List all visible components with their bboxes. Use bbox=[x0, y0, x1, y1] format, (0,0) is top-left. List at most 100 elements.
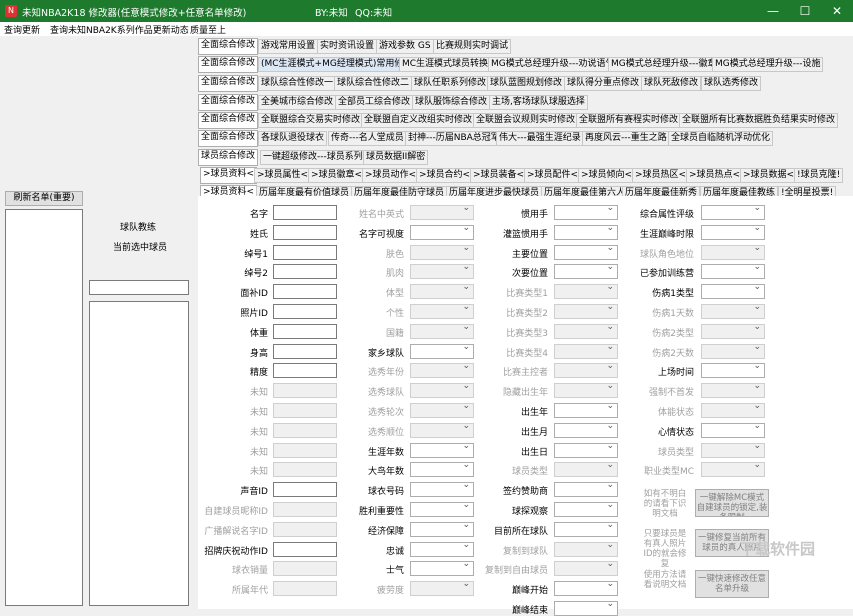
tab-r3-1[interactable]: 全美城市综合修改 bbox=[258, 95, 337, 110]
tab-r2-1[interactable]: 球队综合性修改一 bbox=[258, 76, 337, 91]
c3-select-13[interactable] bbox=[554, 460, 618, 478]
tab-r4-2[interactable]: 全联盟自定义改组实时修改 bbox=[361, 113, 476, 128]
tab-r3-3[interactable]: 球队服饰综合修改 bbox=[412, 95, 491, 110]
tab-r2-0[interactable]: 全面综合修改 bbox=[198, 75, 259, 92]
c3-select-1[interactable] bbox=[554, 223, 618, 240]
c3-select-5[interactable] bbox=[554, 302, 618, 319]
unlock-mc-player-button[interactable]: 一键解除MC模式自建球员的锁定,装备限制 bbox=[695, 489, 769, 517]
c2-select-5[interactable] bbox=[410, 302, 474, 319]
c1-input-5[interactable] bbox=[273, 304, 337, 319]
tab-r7-8[interactable]: >球员热区< bbox=[632, 168, 690, 183]
c4-select-2[interactable] bbox=[701, 243, 765, 260]
tab-r2-3[interactable]: 球队任职系列修改 bbox=[411, 76, 490, 91]
menu-check-series-update[interactable]: 查询未知NBA2K系列作品更新动态 bbox=[50, 23, 189, 36]
c1-input-8[interactable] bbox=[273, 363, 337, 379]
c3-select-2[interactable] bbox=[554, 243, 618, 260]
tab-r5-3[interactable]: 封神---历届NBA总冠军 bbox=[405, 131, 503, 146]
c2-select-4[interactable] bbox=[410, 282, 474, 300]
c4-select-10[interactable] bbox=[701, 401, 765, 418]
tab-r4-1[interactable]: 全联盟综合交易实时修改 bbox=[258, 113, 364, 128]
tab-r7-0[interactable]: >球员资料< bbox=[200, 167, 258, 184]
c3-select-16[interactable] bbox=[554, 520, 618, 537]
c4-select-8[interactable] bbox=[701, 361, 765, 379]
c3-select-15[interactable] bbox=[554, 500, 618, 517]
tab-r6-0[interactable]: 球员综合修改 bbox=[198, 149, 259, 166]
c3-select-11[interactable] bbox=[554, 421, 618, 438]
c2-select-16[interactable] bbox=[410, 520, 474, 537]
tab-realtime-info[interactable]: 实时资讯设置 bbox=[317, 39, 378, 54]
minimize-icon[interactable]: — bbox=[757, 0, 789, 22]
c1-input-3[interactable] bbox=[273, 264, 337, 280]
c3-select-0[interactable] bbox=[554, 203, 618, 220]
c3-select-19[interactable] bbox=[554, 579, 618, 597]
c2-select-9[interactable] bbox=[410, 381, 474, 399]
c3-select-7[interactable] bbox=[554, 342, 618, 359]
tab-r7-1[interactable]: >球员属性< bbox=[254, 168, 312, 183]
c2-select-2[interactable] bbox=[410, 243, 474, 260]
c2-select-12[interactable] bbox=[410, 441, 474, 458]
c1-input-14[interactable] bbox=[273, 482, 337, 498]
c1-input-2[interactable] bbox=[273, 244, 337, 260]
refresh-roster-button[interactable]: 刷新名单(重要) bbox=[5, 191, 83, 206]
tab-r3-2[interactable]: 全部员工综合修改 bbox=[335, 95, 414, 110]
tab-r3-0[interactable]: 全面综合修改 bbox=[198, 94, 259, 111]
c1-input-16[interactable] bbox=[273, 521, 337, 537]
tab-r2-4[interactable]: 球队蓝图规划修改 bbox=[487, 76, 566, 91]
tab-r4-3[interactable]: 全联盟会议规则实时修改 bbox=[473, 113, 579, 128]
tab-r6-2[interactable]: 球员数据II解密 bbox=[363, 150, 429, 165]
c3-select-6[interactable] bbox=[554, 322, 618, 339]
tab-r7-9[interactable]: >球员热点< bbox=[686, 168, 744, 183]
tab-r2-2[interactable]: 球队综合性修改二 bbox=[334, 76, 413, 91]
tab-r4-5[interactable]: 全联盟所有比赛数据胜负结果实时修改 bbox=[679, 113, 839, 128]
c1-input-12[interactable] bbox=[273, 442, 337, 458]
tab-r1-4[interactable]: MG模式总经理升级---徽章 bbox=[608, 57, 720, 72]
tab-r1-2[interactable]: MC生涯模式球员转换 bbox=[399, 57, 492, 72]
c2-select-15[interactable] bbox=[410, 500, 474, 517]
c3-select-17[interactable] bbox=[554, 540, 618, 557]
c4-select-12[interactable] bbox=[701, 441, 765, 458]
tab-r4-4[interactable]: 全联盟所有赛程实时修改 bbox=[576, 113, 682, 128]
c1-input-7[interactable] bbox=[273, 343, 337, 359]
tab-r3-4[interactable]: 主场,客场球队球服选择 bbox=[489, 95, 588, 110]
c2-select-7[interactable] bbox=[410, 342, 474, 359]
c4-select-5[interactable] bbox=[701, 302, 765, 319]
tab-game-settings[interactable]: 游戏常用设置 bbox=[258, 39, 319, 54]
tab-rules[interactable]: 比赛规则实时调试 bbox=[433, 39, 512, 54]
c1-input-11[interactable] bbox=[273, 422, 337, 438]
tab-r7-11[interactable]: !球员克隆! bbox=[794, 168, 844, 183]
tab-r5-5[interactable]: 再度风云---重生之路 bbox=[582, 131, 670, 146]
tab-r1-1[interactable]: (MC生涯模式+MG经理模式)常用修改 bbox=[258, 57, 416, 72]
c2-select-11[interactable] bbox=[410, 421, 474, 438]
close-icon[interactable]: ✕ bbox=[821, 0, 853, 22]
team-list[interactable] bbox=[5, 209, 83, 606]
c4-select-3[interactable] bbox=[701, 262, 765, 280]
c2-select-1[interactable] bbox=[410, 223, 474, 240]
c2-select-17[interactable] bbox=[410, 540, 474, 557]
maximize-icon[interactable]: ☐ bbox=[789, 0, 821, 22]
tab-game-params[interactable]: 游戏参数 GS bbox=[376, 39, 434, 54]
tab-r7-6[interactable]: >球员配件< bbox=[524, 168, 582, 183]
tab-r1-3[interactable]: MG模式总经理升级---劝说语气 bbox=[488, 57, 618, 72]
c3-select-8[interactable] bbox=[554, 361, 618, 379]
menu-check-update[interactable]: 查询更新 bbox=[4, 23, 40, 36]
tab-r7-2[interactable]: >球员徽章< bbox=[308, 168, 366, 183]
tab-r5-1[interactable]: 各球队退役球衣 bbox=[258, 131, 328, 146]
c2-select-18[interactable] bbox=[410, 559, 474, 577]
menu-quality[interactable]: 质量至上 bbox=[190, 23, 226, 36]
tab-r5-0[interactable]: 全面综合修改 bbox=[198, 130, 259, 147]
tab-r7-10[interactable]: >球员数据< bbox=[740, 168, 798, 183]
c1-input-18[interactable] bbox=[273, 561, 337, 577]
tab-r1-0[interactable]: 全面综合修改 bbox=[198, 56, 259, 73]
c4-select-6[interactable] bbox=[701, 322, 765, 339]
c4-select-13[interactable] bbox=[701, 460, 765, 478]
c3-select-12[interactable] bbox=[554, 441, 618, 458]
tab-r2-5[interactable]: 球队得分重点修改 bbox=[564, 76, 643, 91]
c2-select-0[interactable] bbox=[410, 203, 474, 220]
c4-select-1[interactable] bbox=[701, 223, 765, 240]
c3-select-3[interactable] bbox=[554, 262, 618, 280]
c1-input-9[interactable] bbox=[273, 383, 337, 399]
c2-select-3[interactable] bbox=[410, 262, 474, 280]
tab-r7-7[interactable]: >球员倾向< bbox=[578, 168, 636, 183]
tab-r7-4[interactable]: >球员合约< bbox=[416, 168, 474, 183]
tab-r7-5[interactable]: >球员装备< bbox=[470, 168, 528, 183]
